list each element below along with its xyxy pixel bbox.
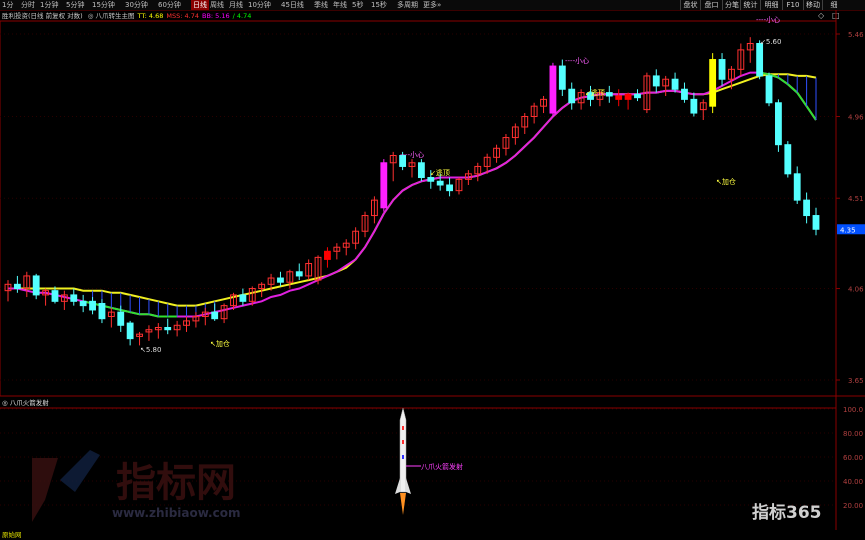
current-price-label: 4.35 [840,226,856,234]
candle-body [211,311,219,320]
watermark-logo-arrow [60,450,100,492]
y-tick-label: 4.06 [848,286,864,294]
candle-body [436,180,444,186]
indicator-y-tick: 40.00 [843,478,863,486]
high-price-label: ↙5.60 [760,38,781,46]
y-tick-label: 4.96 [848,114,864,122]
candle-body [295,271,303,277]
candle-body [117,311,125,326]
rocket-body [399,407,407,493]
candle-body [98,302,106,320]
candle-body [51,290,59,302]
watermark-url: www.zhibiaow.com [112,506,240,520]
candle-body [558,65,566,90]
candle-body [793,173,801,201]
caution-signal-right: ----小心 [756,15,780,24]
candle-body [671,78,679,90]
candle-body [32,275,40,296]
candle-body [239,294,247,302]
candle-body [568,88,576,104]
candle-body [756,42,764,77]
candle-body [624,93,632,100]
candle-body [812,215,820,230]
kline-chart[interactable]: 5.46 4.96 4.51 4.06 3.65 4.35 ↖5.80 ↙5.60 ↖加仓 ↖加仓… [0,0,865,540]
watermark-brand: 指标网 [116,460,236,506]
candle-body [13,283,21,290]
candle-body [126,322,134,340]
candle-body [690,98,698,114]
candle-body [605,92,613,97]
candle-body [79,300,87,307]
rocket-flame [400,493,406,515]
rocket-fin-right [406,478,411,494]
buy-signal-left: ↖加仓 [210,339,230,348]
buy-signal-right: ↖加仓 [716,177,736,186]
candle-body [277,277,284,283]
status-bar-text: 原始网 [2,531,22,539]
y-tick-label: 3.65 [848,377,864,385]
rocket-label: 八爪火箭发射 [421,462,463,471]
rocket-window [402,440,404,444]
escape-signal-right: ↙逃顶 [585,88,605,97]
escape-signal-left: ↙逃顶 [430,168,450,177]
indicator-y-tick: 60.00 [843,454,863,462]
watermark-logo-shape [32,458,58,522]
candle-body [681,88,688,100]
corner-brand: 指标365 [752,502,822,523]
candle-body [417,162,425,179]
y-tick-label: 4.51 [848,195,864,203]
candle-body [324,250,331,260]
caution-signal-mid: ----小心 [565,56,589,65]
candle-body [615,95,623,100]
candle-body [718,59,726,80]
y-tick-label: 5.46 [848,31,864,39]
candle-body [380,162,388,209]
low-price-label: ↖5.80 [140,346,161,354]
indicator-y-tick: 100.0 [843,406,863,414]
candle-body [549,65,557,114]
candle-body [765,75,773,104]
candle-body [427,177,435,182]
candle-body [803,199,811,217]
candle-body [89,300,96,311]
candle-body [634,93,641,99]
indicator-y-tick: 20.00 [843,502,863,510]
caution-signal-left: ----小心 [400,150,424,159]
candle-body [446,184,453,192]
candle-body [652,75,660,87]
rocket-window [402,426,404,430]
candle-body [775,102,782,146]
candle-body [164,326,172,331]
rocket-window [402,455,404,459]
rocket-fin-left [395,478,400,494]
indicator-y-tick: 80.00 [843,430,863,438]
candle-body [784,144,792,175]
candle-body [709,59,717,107]
candle-body [70,294,78,302]
indicator-panel-title: ◎ 八爪火箭发射 [2,399,49,407]
